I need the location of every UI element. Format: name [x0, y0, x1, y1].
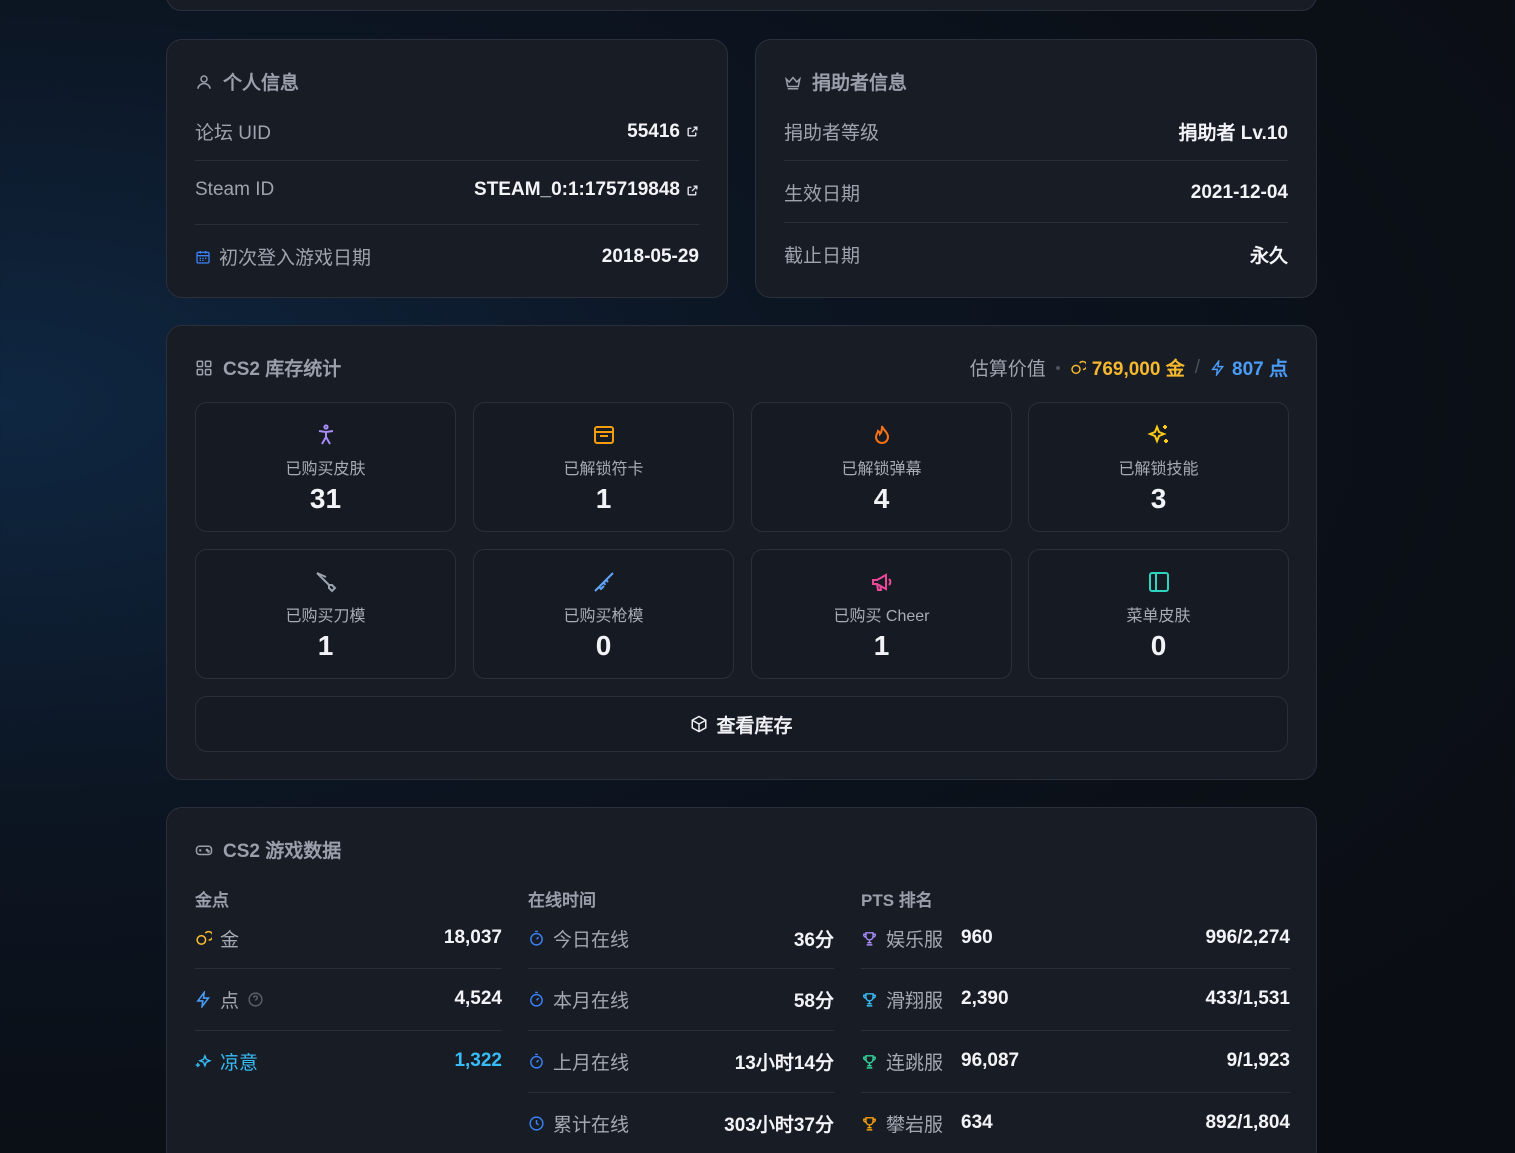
pts-row-bhop: 连跳服 96,087 9/1,923 [861, 1046, 1290, 1076]
calendar-icon [196, 250, 210, 264]
first-login-label: 初次登入游戏日期 [219, 248, 372, 269]
donor-info-card: 捐助者信息 捐助者等级 捐助者 Lv.10 生效日期 2021-12-04 截止… [755, 39, 1317, 298]
grid-icon [196, 360, 212, 375]
stopwatch-icon [530, 1053, 543, 1069]
donor-start-row: 生效日期 2021-12-04 [784, 179, 1288, 206]
trophy-icon [863, 1116, 876, 1131]
online-row-today: 今日在线 36分 [528, 923, 834, 953]
donor-level-label: 捐助者等级 [784, 123, 880, 144]
divider [784, 222, 1288, 223]
tile-knife-models[interactable]: 已购买刀模 1 [195, 549, 456, 679]
currency-row-coolness: 凉意 1,322 [195, 1046, 502, 1076]
stopwatch-icon [530, 991, 543, 1007]
personal-info-title: 个人信息 [195, 68, 299, 95]
person-icon [318, 424, 333, 445]
estimated-value: 估算价值 769,000 金 / 807 点 [970, 354, 1288, 381]
separator-dot [1055, 365, 1060, 370]
steam-label: Steam ID [195, 179, 275, 200]
pts-row-climb: 攀岩服 634 892/1,804 [861, 1108, 1290, 1138]
trophy-icon [863, 931, 876, 946]
panel-icon [1148, 572, 1169, 592]
points-estimate: 807 点 [1232, 359, 1288, 380]
donor-end-row: 截止日期 永久 [784, 241, 1288, 268]
first-login-value: 2018-05-29 [601, 245, 699, 267]
user-icon [197, 74, 211, 89]
tile-barrage[interactable]: 已解锁弹幕 4 [751, 402, 1012, 532]
rifle-icon [593, 572, 614, 592]
game-data-card: CS2 游戏数据 金点 金 18,037 点 4,524 凉意 1,322 在线… [166, 807, 1317, 1153]
trophy-icon [863, 992, 876, 1007]
pts-row-fun: 娱乐服 960 996/2,274 [861, 923, 1290, 953]
donor-end-value: 永久 [1249, 246, 1288, 267]
tile-gun-models[interactable]: 已购买枪模 0 [473, 549, 734, 679]
crown-icon [785, 75, 801, 89]
online-row-total: 累计在线 303小时37分 [528, 1108, 834, 1138]
divider [861, 1030, 1290, 1031]
currency-header: 金点 [195, 891, 229, 910]
tile-skills[interactable]: 已解锁技能 3 [1028, 402, 1289, 532]
divider [528, 968, 834, 969]
external-link-icon [687, 126, 698, 137]
divider [195, 1030, 502, 1031]
bolt-icon [196, 990, 211, 1008]
tile-menu-skins[interactable]: 菜单皮肤 0 [1028, 549, 1289, 679]
game-data-title: CS2 游戏数据 [195, 836, 341, 863]
coins-icon [1071, 360, 1086, 374]
slash-separator: / [1194, 356, 1201, 378]
pts-header: PTS 排名 [861, 891, 933, 910]
steam-row: Steam ID STEAM_0:1:175719848 [195, 179, 699, 201]
first-login-row: 初次登入游戏日期 2018-05-29 [195, 243, 699, 270]
external-link-icon [687, 184, 698, 196]
tile-spell-cards[interactable]: 已解锁符卡 1 [473, 402, 734, 532]
donor-start-value: 2021-12-04 [1190, 181, 1288, 203]
uid-link[interactable]: 55416 [627, 121, 699, 143]
snow-sparkle-icon [195, 1053, 212, 1068]
card-icon [593, 426, 614, 444]
divider [861, 968, 1290, 969]
box-icon [691, 715, 707, 733]
help-icon[interactable] [247, 991, 264, 1008]
pts-row-glide: 滑翔服 2,390 433/1,531 [861, 984, 1290, 1014]
donor-end-label: 截止日期 [784, 246, 861, 267]
sparkles-icon [1146, 424, 1168, 444]
divider [528, 1092, 834, 1093]
view-inventory-button[interactable]: 查看库存 [195, 696, 1288, 752]
divider [861, 1092, 1290, 1093]
personal-info-card: 个人信息 论坛 UID 55416 Steam ID STEAM_0:1:175… [166, 39, 728, 298]
uid-label: 论坛 UID [195, 123, 272, 144]
divider [528, 1030, 834, 1031]
gamepad-icon [195, 845, 213, 855]
steam-link[interactable]: STEAM_0:1:175719848 [474, 179, 699, 201]
megaphone-icon [871, 573, 891, 591]
divider [195, 968, 502, 969]
divider [195, 224, 699, 225]
tile-cheer[interactable]: 已购买 Cheer 1 [751, 549, 1012, 679]
inventory-card: CS2 库存统计 估算价值 769,000 金 / 807 点 已购买皮肤 31… [166, 325, 1317, 780]
bolt-icon [1211, 359, 1225, 376]
donor-level-row: 捐助者等级 捐助者 Lv.10 [784, 118, 1288, 145]
inventory-title: CS2 库存统计 [195, 354, 341, 381]
stopwatch-icon [530, 930, 543, 946]
estimate-label: 估算价值 [969, 359, 1046, 380]
previous-card [166, 0, 1317, 11]
clock-icon [529, 1115, 544, 1131]
online-header: 在线时间 [528, 891, 596, 910]
trophy-icon [863, 1054, 876, 1069]
divider [784, 160, 1288, 161]
coins-icon [196, 930, 212, 945]
knife-icon [315, 572, 336, 593]
gold-estimate: 769,000 金 [1091, 359, 1185, 380]
currency-row-points: 点 4,524 [195, 984, 502, 1014]
uid-row: 论坛 UID 55416 [195, 118, 699, 145]
divider [195, 160, 699, 161]
online-row-last-month: 上月在线 13小时14分 [528, 1046, 834, 1076]
flame-icon [874, 425, 889, 444]
online-row-month: 本月在线 58分 [528, 984, 834, 1014]
donor-start-label: 生效日期 [784, 184, 861, 205]
currency-row-gold: 金 18,037 [195, 923, 502, 953]
donor-level-value: 捐助者 Lv.10 [1178, 123, 1288, 144]
donor-info-title: 捐助者信息 [784, 68, 907, 95]
tile-skins[interactable]: 已购买皮肤 31 [195, 402, 456, 532]
